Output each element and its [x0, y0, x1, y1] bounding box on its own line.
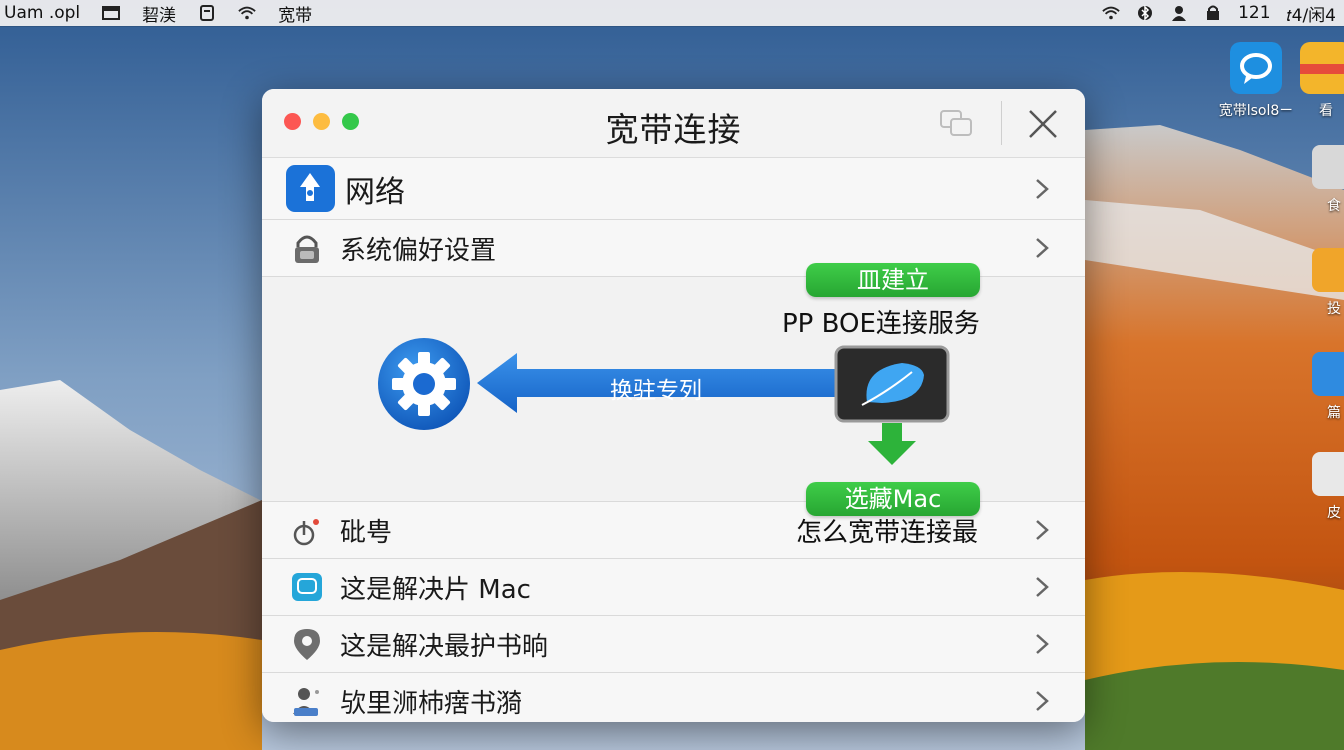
list-item-label: 砒甹 — [340, 517, 393, 548]
broadband-connection-window: 宽带连接 网络 系统偏好设置 皿建立 PP BOE连接服务 换驻专列 选藏Mac… — [262, 89, 1085, 722]
chevron-right-icon — [1036, 238, 1049, 258]
broadband-app-icon — [834, 345, 950, 423]
list-item-knob[interactable]: 选藏Mac 砒甹 怎么宽带连接最 — [262, 482, 1085, 559]
lock-icon — [295, 235, 319, 263]
location-pin-icon — [294, 629, 320, 660]
chevron-right-icon — [1036, 178, 1049, 199]
pill-prefix: 皿 — [857, 266, 881, 294]
bottom-caption: 怎么宽带连接最 — [796, 517, 979, 548]
desktop-icon-6[interactable]: 皮 — [1304, 452, 1344, 522]
menubar-clock-2[interactable]: 𝑡4/闲4 — [1287, 1, 1336, 26]
menubar-status-4[interactable] — [1204, 5, 1222, 21]
menubar-item-broadband[interactable]: 宽带 — [278, 1, 312, 26]
wifi-icon — [238, 6, 256, 20]
chat-app-icon — [1230, 42, 1282, 94]
app-icon — [1300, 42, 1344, 94]
desktop-icon-2[interactable]: 看 — [1296, 42, 1344, 120]
chevron-right-icon — [1036, 520, 1049, 540]
app-icon — [1312, 352, 1344, 396]
desktop-icon-label: 篇 — [1327, 405, 1341, 421]
desktop-icon-label: 投 — [1327, 301, 1341, 317]
app-icon — [1312, 452, 1344, 496]
connection-diagram: 皿建立 PP BOE连接服务 换驻专列 — [262, 263, 1085, 502]
desktop-icon-label: 皮 — [1327, 505, 1341, 521]
document-icon — [200, 5, 215, 21]
list-item-label: 这是解决最护书晌 — [340, 631, 549, 662]
list-item-users[interactable]: 欤里浉杮瘔书漪 — [262, 673, 1085, 722]
list-item-label: 这是解决片 Mac — [340, 574, 531, 605]
desktop-icon-3[interactable]: 食 — [1304, 145, 1344, 215]
chevron-right-icon — [1036, 691, 1049, 711]
menubar-item-3[interactable] — [198, 5, 216, 21]
menubar-item-wifi[interactable] — [238, 5, 256, 21]
chevron-right-icon — [1036, 634, 1049, 654]
chevron-right-icon — [1036, 577, 1049, 597]
menubar-status-2[interactable] — [1136, 5, 1154, 21]
diagram-subtitle: PP BOE连接服务 — [782, 309, 980, 339]
list-item-location[interactable]: 这是解决最护书晌 — [262, 616, 1085, 673]
pill-text: 建立 — [881, 266, 929, 294]
desktop-icon-label: 看 — [1319, 103, 1333, 119]
list-item-label: 系统偏好设置 — [340, 235, 497, 266]
menubar-item-2[interactable]: 䂮渼 — [142, 1, 176, 26]
app-icon — [1312, 145, 1344, 189]
settings-knob-icon — [293, 519, 319, 546]
user-group-icon — [293, 688, 319, 716]
desktop-icon-1[interactable]: 宽带lsol8ㄧ — [1208, 42, 1304, 120]
lock-icon — [1207, 5, 1220, 20]
arrow-down-icon — [868, 423, 916, 465]
close-icon[interactable] — [1026, 107, 1060, 141]
list-item-label: 网络 — [345, 174, 405, 210]
desktop-icon-4[interactable]: 投 — [1304, 248, 1344, 318]
list-item-label: 欤里浉杮瘔书漪 — [340, 688, 523, 719]
menubar-wifi-status[interactable] — [1102, 5, 1120, 21]
menu-bar: Uam .opl 䂮渼 宽带 121 𝑡4/闲4 — [0, 0, 1344, 26]
list-item-network[interactable]: 网络 — [262, 158, 1085, 220]
menubar-status-3[interactable] — [1170, 5, 1188, 21]
desktop-icon-label: 宽带lsol8ㄧ — [1218, 103, 1294, 119]
bluetooth-icon — [1138, 5, 1153, 21]
titlebar-divider — [1001, 101, 1002, 145]
window-icon — [102, 6, 121, 20]
wifi-icon — [1102, 6, 1120, 20]
gear-icon — [378, 338, 470, 430]
establish-pill[interactable]: 皿建立 — [806, 263, 980, 297]
chat-icon — [292, 573, 322, 601]
desktop-icon-label: 食 — [1327, 198, 1341, 214]
app-icon — [1312, 248, 1344, 292]
menubar-item-1[interactable] — [102, 5, 121, 21]
desktop-icon-5[interactable]: 篇 — [1304, 352, 1344, 422]
menubar-clock-1[interactable]: 121 — [1238, 3, 1270, 23]
user-icon — [1172, 6, 1187, 21]
arrow-label: 换驻专列 — [610, 378, 702, 404]
window-titlebar: 宽带连接 — [262, 89, 1085, 158]
network-icon — [286, 165, 335, 212]
list-item-mac[interactable]: 这是解决片 Mac — [262, 559, 1085, 616]
copy-icon[interactable] — [938, 107, 978, 139]
menubar-app-menu[interactable]: Uam .opl — [4, 3, 80, 23]
